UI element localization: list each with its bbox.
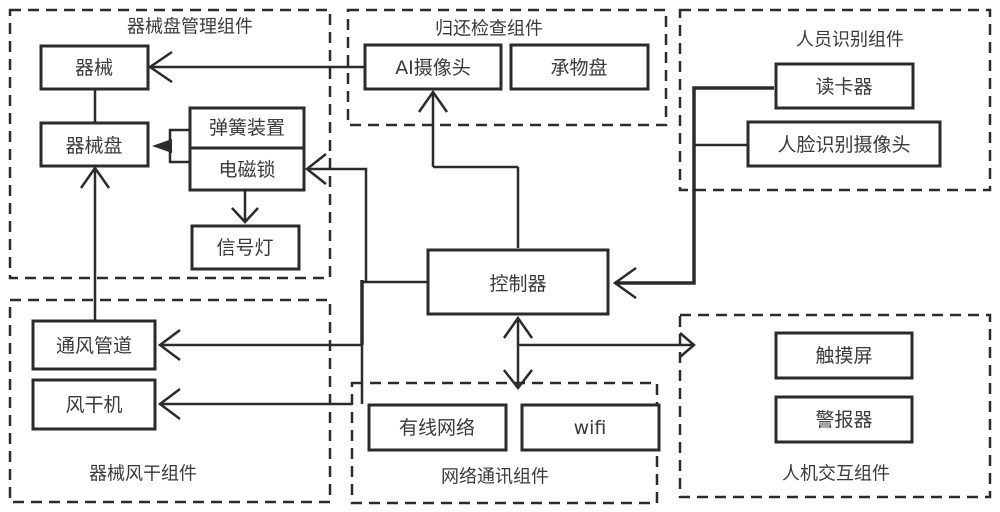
group-hmi-label: 人机交互组件 — [782, 464, 890, 485]
node-carrier-tray-label: 承物盘 — [550, 57, 607, 79]
node-touchscreen-label: 触摸屏 — [815, 345, 872, 367]
edge-spring-lock-to-tray — [168, 128, 190, 164]
node-vent-duct-label: 通风管道 — [56, 335, 132, 357]
arrowhead-tray — [152, 139, 172, 153]
node-controller-label: 控制器 — [489, 273, 546, 295]
node-air-dryer-label: 风干机 — [65, 394, 122, 416]
node-spring-device-label: 弹簧装置 — [209, 117, 285, 139]
group-personnel-id-label: 人员识别组件 — [796, 30, 904, 51]
group-tray-management-label: 器械盘管理组件 — [127, 17, 253, 38]
node-face-camera-label: 人脸识别摄像头 — [777, 134, 910, 156]
node-signal-light-label: 信号灯 — [216, 237, 273, 259]
node-instrument-label: 器械 — [75, 57, 113, 79]
group-air-dry-label: 器械风干组件 — [89, 464, 197, 485]
group-network-label: 网络通讯组件 — [441, 467, 549, 488]
node-wired-network-label: 有线网络 — [399, 417, 475, 439]
system-diagram: 器械盘管理组件 归还检查组件 人员识别组件 器械风干组件 网络通讯组件 人机交互… — [8, 8, 992, 505]
node-ai-camera-label: AI摄像头 — [395, 57, 471, 79]
node-wifi-label: wifi — [574, 417, 607, 439]
node-instrument-tray-label: 器械盘 — [65, 135, 122, 157]
group-return-check-label: 归还检查组件 — [435, 19, 543, 40]
node-electromagnetic-lock-label: 电磁锁 — [218, 159, 275, 181]
node-card-reader-label: 读卡器 — [815, 76, 872, 98]
node-alarm-label: 警报器 — [815, 409, 872, 431]
edge-controller-to-lock — [307, 167, 368, 282]
edge-card-reader-to-controller — [615, 86, 774, 285]
